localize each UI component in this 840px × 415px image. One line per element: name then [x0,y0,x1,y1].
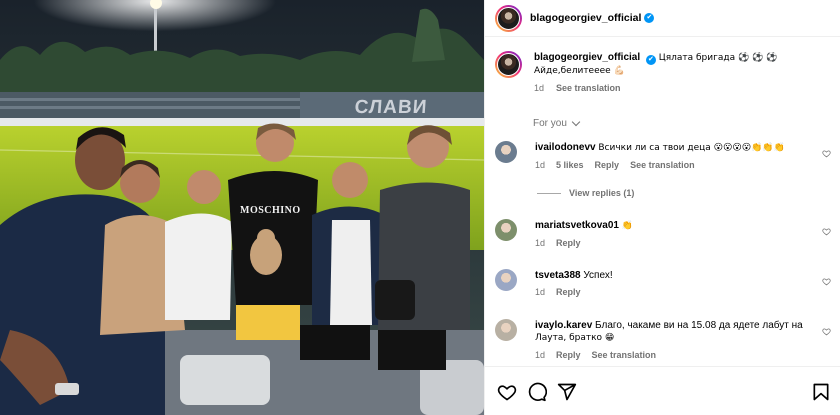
comment-username[interactable]: ivailodonevv [535,142,596,153]
comments-scroll-area[interactable]: blagogeorgiev_official ✔ Цялата бригада … [485,38,840,365]
comment-sort-dropdown[interactable]: For you [533,117,581,129]
comment-reply-button[interactable]: Reply [556,286,581,299]
comment-username[interactable]: mariatsvetkova01 [535,220,619,231]
comment-item: ivaylo.karev Благо, чакаме ви на 15.08 д… [495,319,835,362]
comment-sort-label: For you [533,118,567,129]
comment-see-translation[interactable]: See translation [630,159,695,172]
comment-see-translation[interactable]: See translation [592,349,657,362]
comment-text-line2: Лаута, братко 😁 [535,333,615,343]
view-replies-button[interactable]: View replies (1) [537,188,634,198]
post-dialog: СЛАВИ MOSCHINO blagogeorgiev_official ✔ … [0,0,840,415]
comment-item: mariatsvetkova01 👏 1d Reply [495,219,835,250]
caption-username[interactable]: blagogeorgiev_official [534,52,640,63]
bookmark-icon [813,383,829,401]
caption-time: 1d [534,83,545,93]
comment-time: 1d [535,160,546,170]
caption-avatar[interactable] [495,51,522,78]
comment-time: 1d [535,238,546,248]
replies-divider [537,192,561,194]
caption-see-translation[interactable]: See translation [556,82,621,95]
verified-badge-icon: ✔ [644,13,655,23]
comment-avatar[interactable] [495,269,517,291]
comment-time: 1d [535,350,546,360]
post-caption: blagogeorgiev_official ✔ Цялата бригада … [495,51,835,95]
post-side-panel: blagogeorgiev_official ✔ blagogeorgiev_o… [484,0,840,415]
author-avatar[interactable] [495,4,522,32]
author-username[interactable]: blagogeorgiev_official [530,12,641,24]
caption-text-line1: Цялата бригада ⚽ ⚽ ⚽ [658,53,778,63]
stand-lettering: СЛАВИ [353,97,429,118]
share-button[interactable] [557,382,577,402]
comment-reply-button[interactable]: Reply [556,237,581,250]
post-image[interactable]: СЛАВИ MOSCHINO [0,0,484,415]
comment-item: tsveta388 Успех! 1d Reply [495,269,835,299]
view-replies-label: View replies (1) [569,188,635,198]
comment-avatar[interactable] [495,319,517,341]
comment-item: ivailodonevv Всички ли са твои деца 😮😮😮😮… [495,141,835,172]
comment-reply-button[interactable]: Reply [595,159,620,172]
chevron-down-icon [571,117,581,127]
comment-time: 1d [535,287,546,297]
heart-icon [497,385,517,401]
comment-text: Всички ли са твои деца 😮😮😮😮👏👏👏 [598,143,785,153]
heart-icon[interactable] [822,227,831,236]
comment-username[interactable]: tsveta388 [535,270,581,281]
comment-text: 👏 [621,221,633,231]
comment-avatar[interactable] [495,219,517,241]
heart-icon[interactable] [822,149,831,158]
comment-text: Успех! [583,270,613,281]
comment-icon [528,382,547,402]
comment-text-line1: Благо, чакаме ви на 15.08 да ядете лабут… [595,320,803,331]
caption-verified-badge-icon: ✔ [645,55,656,65]
save-button[interactable] [811,382,831,402]
comment-button[interactable] [527,382,547,402]
comment-avatar[interactable] [495,141,517,163]
share-icon [557,383,577,401]
comment-reply-button[interactable]: Reply [556,349,581,362]
heart-icon[interactable] [822,277,831,286]
comment-likes[interactable]: 5 likes [556,159,584,172]
like-button[interactable] [497,382,517,402]
caption-text-line2: Айде,белитеeee 💪🏻 [534,66,625,76]
post-header: blagogeorgiev_official ✔ [485,0,840,37]
shirt-lettering: MOSCHINO [240,205,301,216]
post-action-bar [485,366,840,415]
comment-username[interactable]: ivaylo.karev [535,320,592,331]
heart-icon[interactable] [822,327,831,336]
